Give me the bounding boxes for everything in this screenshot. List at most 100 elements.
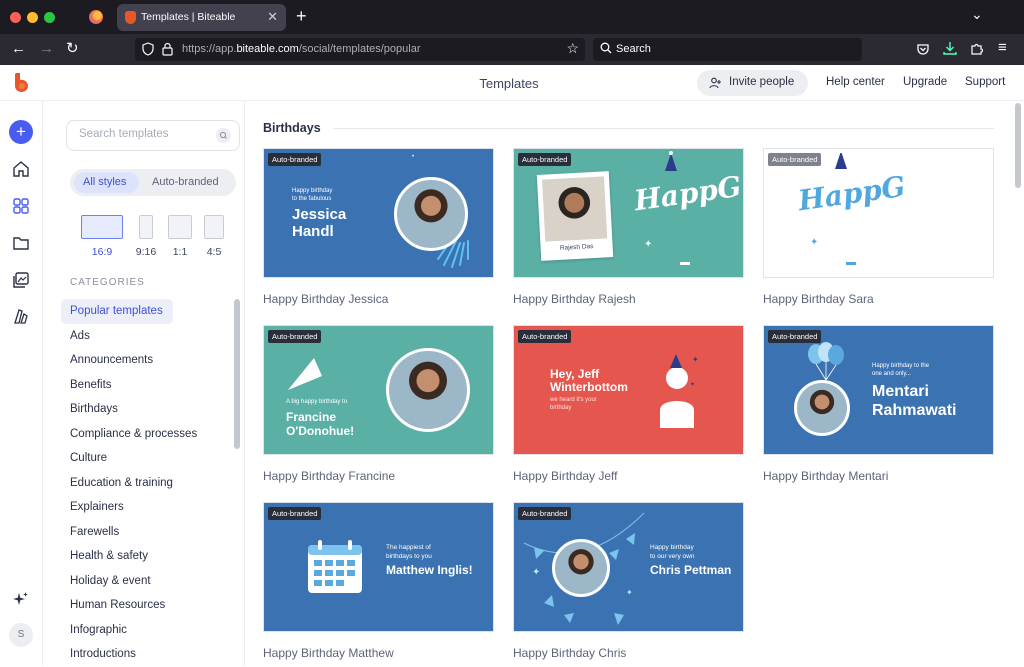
category-item[interactable]: Human Resources [61, 593, 229, 618]
invite-people-button[interactable]: Invite people [697, 70, 808, 96]
support-link[interactable]: Support [965, 76, 1005, 88]
minimize-window-button[interactable] [27, 12, 38, 23]
template-card[interactable]: Auto-branded ✦ ✦ Happy birthday to our ver… [513, 502, 744, 660]
category-item[interactable]: Introductions [61, 642, 229, 667]
party-horn-icon [288, 358, 322, 390]
template-card[interactable]: Auto-branded Rajesh Das HappG ✦ ▬ Happy … [513, 148, 744, 306]
ratio-9-16-thumb [139, 215, 153, 239]
shield-icon[interactable] [142, 42, 154, 56]
create-new-button[interactable]: + [9, 120, 33, 144]
new-tab-icon[interactable]: + [296, 6, 307, 27]
ratio-16-9-option[interactable]: 16:9 [81, 215, 123, 258]
category-item[interactable]: Announcements [61, 348, 229, 373]
browser-tab-bar: Templates | Biteable ✕ + ⌄ [0, 0, 1024, 34]
ratio-9-16-option[interactable]: 9:16 [133, 215, 159, 258]
template-name[interactable]: Happy Birthday Sara [763, 292, 994, 306]
section-title: Birthdays [263, 121, 321, 135]
bookmark-star-icon[interactable]: ☆ [566, 40, 579, 57]
user-avatar[interactable]: S [9, 623, 33, 647]
template-thumbnail[interactable]: Auto-branded The happiest of birthdays to… [263, 502, 494, 632]
category-item[interactable]: Compliance & processes [61, 422, 229, 447]
category-item[interactable]: Holiday & event [61, 569, 229, 594]
template-thumbnail[interactable]: Auto-branded Happy birthday to the one an… [763, 325, 994, 455]
auto-branded-toggle[interactable]: Auto-branded [152, 176, 219, 188]
template-search-input[interactable] [79, 128, 209, 140]
downloads-icon[interactable] [943, 41, 957, 56]
help-center-link[interactable]: Help center [826, 76, 885, 88]
category-item[interactable]: Health & safety [61, 544, 229, 569]
template-thumbnail[interactable]: Auto-branded Hey, Jeff Winterbottom we h… [513, 325, 744, 455]
template-name[interactable]: Happy Birthday Jeff [513, 469, 744, 483]
confetti-icon: ▬ [680, 257, 690, 268]
category-item[interactable]: Explainers [61, 495, 229, 520]
template-thumbnail[interactable]: Auto-branded A big happy birthday to Fra… [263, 325, 494, 455]
thumb-headline: Francine O'Donohue! [286, 410, 355, 438]
thumb-intro-text: The happiest of birthdays to you [386, 544, 432, 560]
close-window-button[interactable] [10, 12, 21, 23]
template-name[interactable]: Happy Birthday Francine [263, 469, 494, 483]
template-thumbnail[interactable]: Auto-branded Happy birthday to the fabulo… [263, 148, 494, 278]
browser-tab[interactable]: Templates | Biteable ✕ [117, 4, 286, 31]
template-card[interactable]: Auto-branded Happy birthday to the fabulo… [263, 148, 494, 306]
all-styles-toggle[interactable]: All styles [83, 176, 126, 188]
reload-icon[interactable]: ↻ [66, 40, 79, 58]
browser-nav-bar: ← → ↻ https://app.biteable.com/social/te… [0, 34, 1024, 65]
ratio-1-1-label: 1:1 [172, 246, 188, 258]
ratio-1-1-option[interactable]: 1:1 [168, 215, 192, 258]
thumb-intro-text: we heard it's your birthday [550, 397, 597, 411]
templates-grid-icon[interactable] [12, 197, 30, 215]
menu-icon[interactable]: ≡ [998, 39, 1007, 57]
close-tab-icon[interactable]: ✕ [267, 9, 278, 25]
template-thumbnail[interactable]: Auto-branded HappG ✦ ▬ [763, 148, 994, 278]
upgrade-link[interactable]: Upgrade [903, 76, 947, 88]
media-library-icon[interactable] [12, 271, 30, 289]
search-icon[interactable] [216, 128, 231, 143]
category-item[interactable]: Education & training [61, 471, 229, 496]
template-card[interactable]: Auto-branded The happiest of birthdays to… [263, 502, 494, 660]
template-thumbnail[interactable]: Auto-branded Rajesh Das HappG ✦ ▬ [513, 148, 744, 278]
home-icon[interactable] [12, 160, 30, 178]
category-item[interactable]: Culture [61, 446, 229, 471]
category-item[interactable]: Infographic [61, 618, 229, 643]
folder-icon[interactable] [12, 234, 30, 252]
confetti-icon: ▬ [846, 257, 856, 268]
back-icon[interactable]: ← [11, 40, 26, 58]
url-text[interactable]: https://app.biteable.com/social/template… [182, 43, 421, 55]
template-search-box[interactable] [66, 120, 240, 151]
tab-title: Templates | Biteable [141, 11, 236, 23]
chevron-down-icon[interactable]: ⌄ [971, 6, 983, 23]
balloons-icon [808, 342, 844, 381]
maximize-window-button[interactable] [44, 12, 55, 23]
category-item[interactable]: Farewells [61, 520, 229, 545]
forward-icon[interactable]: → [39, 40, 54, 58]
template-card[interactable]: Auto-branded Happy birthday to the one an… [763, 325, 994, 483]
main-scrollbar[interactable] [1015, 103, 1021, 188]
category-item[interactable]: Popular templates [61, 299, 173, 324]
category-item[interactable]: Birthdays [61, 397, 229, 422]
brand-icon[interactable] [12, 307, 30, 325]
lock-icon[interactable] [162, 42, 173, 56]
template-name[interactable]: Happy Birthday Jessica [263, 292, 494, 306]
template-thumbnail[interactable]: Auto-branded ✦ ✦ Happy birthday to our ver… [513, 502, 744, 632]
happy-script-text: HappG [632, 169, 744, 218]
template-card[interactable]: Auto-branded A big happy birthday to Fra… [263, 325, 494, 483]
auto-branded-badge: Auto-branded [768, 153, 822, 166]
template-card[interactable]: Auto-branded Hey, Jeff Winterbottom we h… [513, 325, 744, 483]
extensions-icon[interactable] [970, 41, 984, 56]
polaroid-frame: Rajesh Das [536, 171, 614, 261]
pocket-icon[interactable] [916, 42, 930, 56]
template-name[interactable]: Happy Birthday Rajesh [513, 292, 744, 306]
template-name[interactable]: Happy Birthday Mentari [763, 469, 994, 483]
sidebar-scrollbar[interactable] [234, 299, 240, 449]
firefox-icon[interactable] [89, 10, 103, 24]
category-item[interactable]: Benefits [61, 373, 229, 398]
category-item[interactable]: Ads [61, 324, 229, 349]
template-card[interactable]: Auto-branded HappG ✦ ▬ Happy Birthday Sa… [763, 148, 994, 306]
sparkle-icon[interactable] [12, 590, 30, 608]
browser-search-bar[interactable]: Search [593, 38, 862, 61]
ratio-4-5-option[interactable]: 4:5 [204, 215, 224, 258]
portrait-photo [552, 539, 610, 597]
url-bar[interactable]: https://app.biteable.com/social/template… [135, 38, 585, 61]
template-name[interactable]: Happy Birthday Chris [513, 646, 744, 660]
template-name[interactable]: Happy Birthday Matthew [263, 646, 494, 660]
